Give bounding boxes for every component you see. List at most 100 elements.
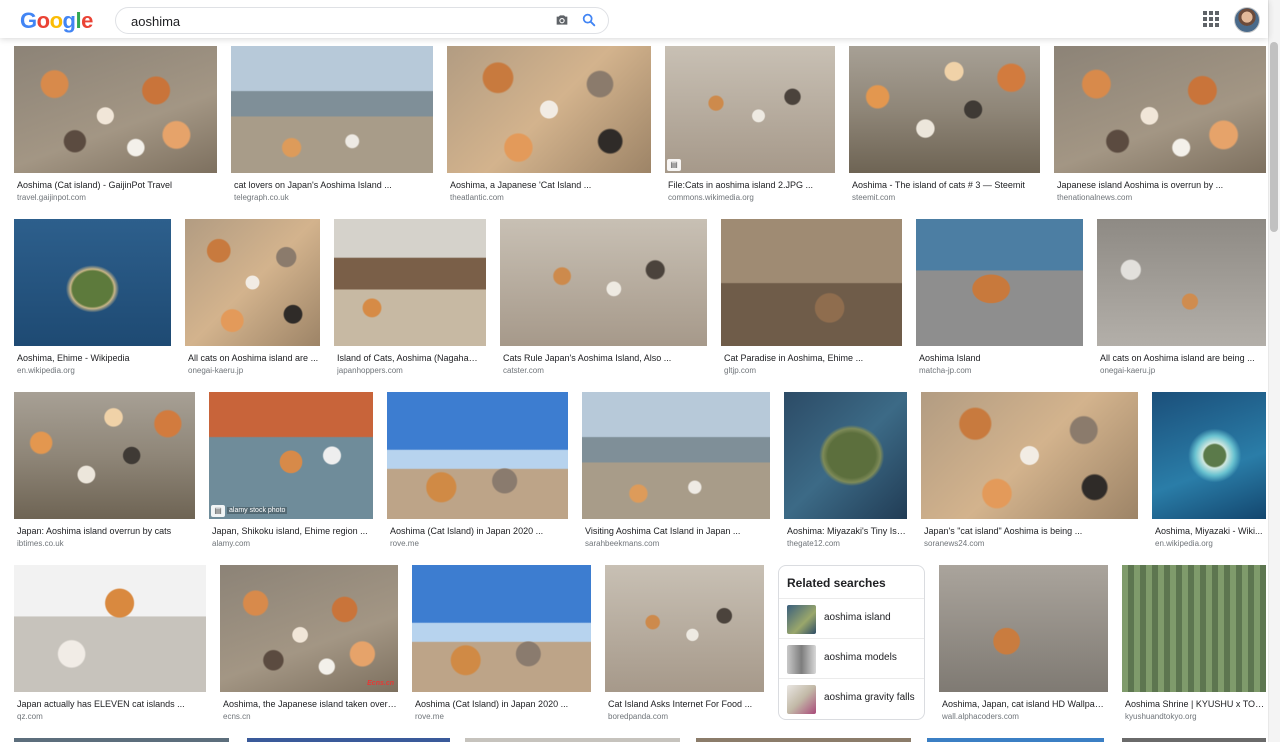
- result-title[interactable]: Visiting Aoshima Cat Island in Japan ...: [585, 526, 769, 536]
- result-thumbnail[interactable]: [921, 392, 1138, 519]
- result-thumbnail[interactable]: [14, 219, 171, 346]
- camera-icon[interactable]: [553, 12, 571, 28]
- image-result[interactable]: All cats on Aoshima island are ... onega…: [185, 219, 320, 379]
- image-result[interactable]: Visiting Aoshima Cat Island in Japan ...…: [582, 392, 770, 552]
- image-result[interactable]: Aoshima (Cat Island) in Japan 2020 ... r…: [412, 565, 591, 725]
- result-thumbnail[interactable]: [14, 565, 206, 692]
- result-title[interactable]: Aoshima: Miyazaki's Tiny Isl...: [787, 526, 906, 536]
- result-title[interactable]: Aoshima Shrine | KYUSHU x TOK...: [1125, 699, 1265, 709]
- image-result[interactable]: Japanese island Aoshima is overrun by ..…: [1054, 46, 1266, 206]
- result-thumbnail[interactable]: [1122, 565, 1266, 692]
- related-search-label[interactable]: aoshima island: [824, 612, 891, 623]
- result-title[interactable]: All cats on Aoshima island are being ...: [1100, 353, 1265, 363]
- result-source: telegraph.co.uk: [234, 193, 289, 202]
- related-search-item[interactable]: aoshima gravity falls: [779, 678, 924, 719]
- result-thumbnail[interactable]: [14, 392, 195, 519]
- image-result[interactable]: Island of Cats, Aoshima (Nagahama... jap…: [334, 219, 486, 379]
- result-title[interactable]: Cats Rule Japan's Aoshima Island, Also .…: [503, 353, 706, 363]
- result-title[interactable]: Japan, Shikoku island, Ehime region ...: [212, 526, 372, 536]
- image-result[interactable]: Aoshima (Cat island) - GaijinPot Travel …: [14, 46, 217, 206]
- image-result[interactable]: Aoshima: Miyazaki's Tiny Isl... thegate1…: [784, 392, 907, 552]
- image-result[interactable]: Ecns.cn Aoshima, the Japanese island tak…: [220, 565, 398, 725]
- image-result[interactable]: Aoshima, Ehime - Wikipedia en.wikipedia.…: [14, 219, 171, 379]
- result-title[interactable]: Aoshima, a Japanese 'Cat Island ...: [450, 180, 650, 190]
- result-thumbnail[interactable]: Ecns.cn: [220, 565, 398, 692]
- result-title[interactable]: Japan: Aoshima island overrun by cats: [17, 526, 194, 536]
- result-thumbnail[interactable]: [1054, 46, 1266, 173]
- result-title[interactable]: Cat Paradise in Aoshima, Ehime ...: [724, 353, 901, 363]
- image-result[interactable]: Aoshima (Cat Island) in Japan 2020 ... r…: [387, 392, 568, 552]
- result-thumbnail[interactable]: [185, 219, 320, 346]
- image-result[interactable]: Aoshima, a Japanese 'Cat Island ... thea…: [447, 46, 651, 206]
- result-thumbnail[interactable]: [231, 46, 433, 173]
- result-thumbnail[interactable]: [916, 219, 1083, 346]
- result-thumbnail[interactable]: [387, 392, 568, 519]
- image-result[interactable]: All cats on Aoshima island are being ...…: [1097, 219, 1266, 379]
- image-result-partial[interactable]: [1122, 738, 1266, 742]
- result-thumbnail[interactable]: [334, 219, 486, 346]
- result-title[interactable]: Aoshima (Cat Island) in Japan 2020 ...: [390, 526, 567, 536]
- image-result[interactable]: Aoshima Shrine | KYUSHU x TOK... kyushua…: [1122, 565, 1266, 725]
- related-search-item[interactable]: aoshima island: [779, 598, 924, 639]
- search-icon[interactable]: [581, 12, 597, 28]
- image-result[interactable]: ▤ alamy stock photo Japan, Shikoku islan…: [209, 392, 373, 552]
- image-result[interactable]: Aoshima, Japan, cat island HD Wallpap...…: [939, 565, 1108, 725]
- result-title[interactable]: Cat Island Asks Internet For Food ...: [608, 699, 763, 709]
- related-search-item[interactable]: aoshima models: [779, 638, 924, 679]
- result-title[interactable]: Japan actually has ELEVEN cat islands ..…: [17, 699, 205, 709]
- image-result[interactable]: Japan: Aoshima island overrun by cats ib…: [14, 392, 195, 552]
- result-thumbnail[interactable]: [447, 46, 651, 173]
- result-thumbnail[interactable]: [784, 392, 907, 519]
- result-title[interactable]: Aoshima, Ehime - Wikipedia: [17, 353, 170, 363]
- google-logo[interactable]: Google: [20, 8, 93, 34]
- result-thumbnail[interactable]: [721, 219, 902, 346]
- result-thumbnail[interactable]: [849, 46, 1040, 173]
- result-title[interactable]: Aoshima (Cat island) - GaijinPot Travel: [17, 180, 216, 190]
- result-title[interactable]: Aoshima, Miyazaki - Wiki...: [1155, 526, 1265, 536]
- result-title[interactable]: File:Cats in aoshima island 2.JPG ...: [668, 180, 834, 190]
- result-title[interactable]: Aoshima (Cat Island) in Japan 2020 ...: [415, 699, 590, 709]
- image-result[interactable]: Cat Paradise in Aoshima, Ehime ... gltjp…: [721, 219, 902, 379]
- image-result-partial[interactable]: [14, 738, 229, 742]
- related-search-label[interactable]: aoshima gravity falls: [824, 692, 915, 703]
- result-title[interactable]: Aoshima - The island of cats # 3 — Steem…: [852, 180, 1039, 190]
- image-result[interactable]: ▤ File:Cats in aoshima island 2.JPG ... …: [665, 46, 835, 206]
- image-result-partial[interactable]: [465, 738, 680, 742]
- result-thumbnail[interactable]: [582, 392, 770, 519]
- related-thumbnail: [787, 605, 816, 634]
- image-result[interactable]: Cats Rule Japan's Aoshima Island, Also .…: [500, 219, 707, 379]
- image-result[interactable]: Japan actually has ELEVEN cat islands ..…: [14, 565, 206, 725]
- result-thumbnail[interactable]: [939, 565, 1108, 692]
- image-result-partial[interactable]: [696, 738, 911, 742]
- result-thumbnail[interactable]: [605, 565, 764, 692]
- result-thumbnail[interactable]: [412, 565, 591, 692]
- result-title[interactable]: cat lovers on Japan's Aoshima Island ...: [234, 180, 432, 190]
- result-title[interactable]: Aoshima, Japan, cat island HD Wallpap...: [942, 699, 1107, 709]
- image-result[interactable]: Aoshima - The island of cats # 3 — Steem…: [849, 46, 1040, 206]
- account-avatar[interactable]: [1234, 7, 1260, 33]
- result-thumbnail[interactable]: ▤: [665, 46, 835, 173]
- result-thumbnail[interactable]: [1152, 392, 1266, 519]
- result-thumbnail[interactable]: ▤ alamy stock photo: [209, 392, 373, 519]
- result-title[interactable]: Island of Cats, Aoshima (Nagahama...: [337, 353, 485, 363]
- image-result[interactable]: Cat Island Asks Internet For Food ... bo…: [605, 565, 764, 725]
- search-input[interactable]: [129, 11, 533, 31]
- result-thumbnail[interactable]: [14, 46, 217, 173]
- result-title[interactable]: Aoshima Island: [919, 353, 1082, 363]
- result-title[interactable]: Japan's "cat island" Aoshima is being ..…: [924, 526, 1137, 536]
- apps-grid-icon[interactable]: [1203, 11, 1219, 27]
- related-search-label[interactable]: aoshima models: [824, 652, 897, 663]
- image-result[interactable]: Aoshima Island matcha-jp.com: [916, 219, 1083, 379]
- top-bar: Google: [0, 0, 1268, 38]
- result-title[interactable]: Japanese island Aoshima is overrun by ..…: [1057, 180, 1265, 190]
- image-result[interactable]: Japan's "cat island" Aoshima is being ..…: [921, 392, 1138, 552]
- image-result-partial[interactable]: [247, 738, 450, 742]
- result-title[interactable]: All cats on Aoshima island are ...: [188, 353, 319, 363]
- image-result[interactable]: Aoshima, Miyazaki - Wiki... en.wikipedia…: [1152, 392, 1266, 552]
- result-thumbnail[interactable]: [500, 219, 707, 346]
- image-result[interactable]: cat lovers on Japan's Aoshima Island ...…: [231, 46, 433, 206]
- result-thumbnail[interactable]: [1097, 219, 1266, 346]
- image-result-partial[interactable]: [927, 738, 1104, 742]
- result-title[interactable]: Aoshima, the Japanese island taken over …: [223, 699, 397, 709]
- scrollbar-thumb[interactable]: [1270, 42, 1278, 232]
